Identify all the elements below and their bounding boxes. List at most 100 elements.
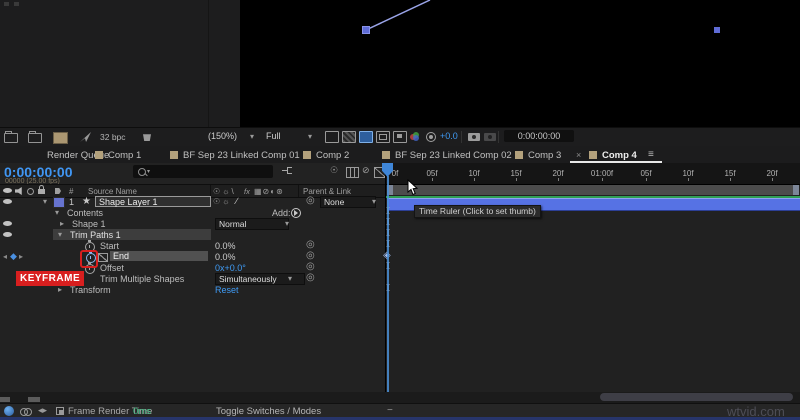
- view-layout-icon[interactable]: [376, 131, 390, 143]
- group-label[interactable]: Shape 1: [72, 219, 106, 229]
- keyframe-prev-icon[interactable]: ◂: [3, 252, 7, 261]
- panel-menu-icon[interactable]: ≡: [648, 149, 654, 160]
- expand-transfer-controls-icon[interactable]: ◂▸: [38, 405, 47, 416]
- chevron-right-icon[interactable]: ▸: [58, 285, 62, 294]
- property-value[interactable]: 0.0%: [215, 241, 236, 251]
- property-label[interactable]: Start: [100, 241, 119, 251]
- snapshot-camera-icon[interactable]: [468, 133, 480, 141]
- pick-whip-icon[interactable]: ◎: [306, 240, 315, 250]
- work-area-end-handle[interactable]: [793, 185, 799, 195]
- new-folder-icon[interactable]: [28, 133, 42, 143]
- eye-icon[interactable]: [3, 232, 12, 237]
- chevron-down-icon[interactable]: ▾: [58, 230, 62, 239]
- frame-render-time-value: 0ms: [133, 406, 151, 417]
- import-footage-icon[interactable]: [4, 133, 18, 143]
- chevron-down-icon[interactable]: ▾: [372, 197, 376, 206]
- chevron-down-icon[interactable]: ▾: [308, 132, 312, 141]
- expand-in-out-panes-icon[interactable]: [56, 407, 64, 415]
- pick-whip-icon[interactable]: ◎: [306, 262, 315, 272]
- group-row-shape-1[interactable]: ▸ Shape 1 Normal ▾: [0, 218, 385, 229]
- work-area-bar[interactable]: [387, 185, 799, 195]
- interpret-footage-icon[interactable]: [80, 132, 91, 142]
- close-icon[interactable]: ×: [576, 150, 581, 160]
- property-row-start[interactable]: Start 0.0% ◎: [0, 240, 385, 251]
- expand-layer-switches-icon[interactable]: [20, 408, 31, 415]
- show-snapshot-icon[interactable]: [484, 133, 496, 141]
- property-name-field[interactable]: End: [110, 251, 208, 261]
- scroll-nub[interactable]: [0, 397, 10, 402]
- mask-visibility-icon[interactable]: [359, 131, 373, 143]
- column-source-name[interactable]: Source Name: [88, 187, 137, 196]
- parent-pick-whip-icon[interactable]: ◎: [306, 196, 315, 206]
- audio-icon: [15, 187, 24, 195]
- add-label: Add:: [272, 208, 291, 218]
- motion-blur-toggle-icon[interactable]: ⊘: [362, 165, 370, 176]
- frame-blending-toggle-icon[interactable]: [346, 167, 359, 178]
- chevron-down-icon[interactable]: ▾: [250, 132, 254, 141]
- chevron-down-icon[interactable]: ▾: [43, 197, 47, 206]
- region-of-interest-icon[interactable]: [325, 131, 339, 143]
- chevron-down-icon[interactable]: ▾: [55, 208, 59, 217]
- resolution-dropdown[interactable]: Full: [266, 131, 281, 141]
- color-management-icon[interactable]: [410, 132, 419, 141]
- hscrollbar-thumb[interactable]: [600, 393, 793, 401]
- tab-comp-3[interactable]: Comp 3: [528, 150, 561, 161]
- divider-handle[interactable]: −: [387, 405, 393, 416]
- exposure-value[interactable]: +0.0: [440, 131, 458, 141]
- live-update-icon[interactable]: [4, 406, 14, 416]
- tab-comp-4-active[interactable]: Comp 4: [602, 150, 637, 161]
- property-value[interactable]: 0.0%: [215, 252, 236, 262]
- time-ruler[interactable]: 0f 05f 10f 15f 20f 01:00f 05f 10f 15f 20…: [386, 163, 800, 185]
- chevron-right-icon[interactable]: ▸: [60, 219, 64, 228]
- pick-whip-icon[interactable]: ◎: [306, 251, 315, 261]
- property-value-blue[interactable]: 0x+0.0°: [215, 263, 246, 273]
- eye-icon[interactable]: [3, 199, 12, 204]
- group-row-contents[interactable]: ▾ Contents Add:: [0, 207, 385, 218]
- ruler-tick-label: 10f: [468, 169, 479, 178]
- layer-name-field[interactable]: Shape Layer 1: [95, 196, 211, 207]
- group-label[interactable]: Trim Paths 1: [70, 230, 121, 240]
- quality-switch-icon[interactable]: ∕: [236, 196, 238, 206]
- screen-mode-icon[interactable]: [393, 131, 407, 143]
- keyframe-next-icon[interactable]: ▸: [19, 252, 23, 261]
- pick-whip-icon[interactable]: ◎: [306, 273, 315, 283]
- playhead-line[interactable]: [387, 176, 389, 392]
- group-label[interactable]: Transform: [70, 285, 111, 295]
- tab-bf-linked-comp-02[interactable]: BF Sep 23 Linked Comp 02: [395, 150, 512, 161]
- composition-mini-flowchart-icon[interactable]: [282, 167, 294, 176]
- chevron-down-icon[interactable]: ▾: [285, 219, 289, 228]
- transparency-grid-icon[interactable]: [342, 131, 356, 143]
- composition-viewport[interactable]: [240, 0, 800, 127]
- chevron-down-icon[interactable]: ▾: [288, 274, 292, 283]
- ruler-tick-label: 20f: [766, 169, 777, 178]
- search-input[interactable]: ▾: [133, 165, 273, 178]
- shy-layers-toggle-icon[interactable]: ☉: [330, 165, 338, 176]
- viewer-timecode[interactable]: 0:00:00:00: [504, 130, 574, 142]
- panel-toolbar: 32 bpc (150%) ▾ Full ▾ +0.0 0:00:00:00: [0, 127, 800, 146]
- timeline-hscrollbar: [0, 392, 800, 403]
- reset-link[interactable]: Reset: [215, 285, 239, 295]
- layer-row-shape-layer-1[interactable]: ▾ 1 ★ Shape Layer 1 ☉☼ ∕ ◎ None ▾: [0, 196, 385, 207]
- tab-comp-2[interactable]: Comp 2: [316, 150, 349, 161]
- toggle-switches-modes-button[interactable]: Toggle Switches / Modes: [216, 406, 321, 417]
- group-row-trim-paths-1[interactable]: ▾ Trim Paths 1: [0, 229, 385, 240]
- graph-include-icon[interactable]: [98, 253, 108, 262]
- add-menu-icon[interactable]: [291, 208, 301, 218]
- path-vertex-handle[interactable]: [363, 27, 369, 33]
- tab-bf-linked-comp-01[interactable]: BF Sep 23 Linked Comp 01: [183, 150, 300, 161]
- scroll-nub[interactable]: [28, 397, 40, 402]
- bpc-label[interactable]: 32 bpc: [100, 132, 126, 142]
- gear-icon[interactable]: [426, 132, 436, 142]
- magnification-dropdown[interactable]: (150%): [208, 131, 237, 141]
- layer-switches-icons[interactable]: ☉☼: [213, 197, 232, 206]
- property-label[interactable]: Offset: [100, 263, 124, 273]
- footage-thumbnail-icon[interactable]: [53, 132, 68, 144]
- trash-icon[interactable]: [143, 133, 151, 141]
- tab-comp-1[interactable]: Comp 1: [108, 150, 141, 161]
- keyframe-add-icon[interactable]: ◆: [10, 251, 17, 262]
- path-vertex-handle[interactable]: [714, 27, 720, 33]
- group-label[interactable]: Contents: [67, 208, 103, 218]
- switches-column-icons-2: ▦⊘◐⊛: [254, 187, 284, 196]
- eye-icon[interactable]: [3, 221, 12, 226]
- property-row-end[interactable]: ◂ ◆ ▸ End 0.0% ◎: [0, 251, 385, 262]
